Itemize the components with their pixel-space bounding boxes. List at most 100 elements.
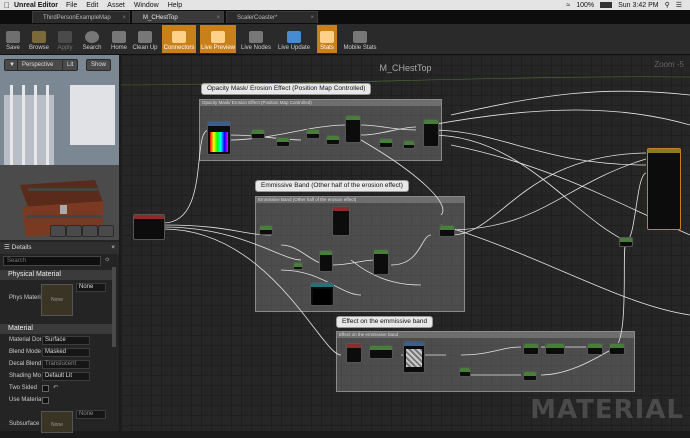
subsurface-dropdown[interactable]: None — [76, 410, 106, 419]
sphere-preview-button[interactable] — [50, 225, 66, 237]
blend-mode-dropdown[interactable]: Masked — [42, 348, 90, 357]
material-domain-dropdown[interactable]: Surface — [42, 336, 90, 345]
browse-label: Browse — [28, 45, 49, 51]
clock[interactable]: Sun 3:42 PM — [618, 2, 658, 9]
math-node[interactable] — [259, 225, 273, 235]
live-nodes-icon — [249, 31, 263, 43]
details-tab[interactable]: ☰ Details × — [0, 242, 119, 254]
battery-icon[interactable] — [600, 2, 613, 8]
close-icon[interactable]: × — [310, 12, 314, 24]
details-scrollbar[interactable] — [112, 267, 116, 347]
left-panel: ▼ Perspective Lit Show ☰ Details × Searc… — [0, 55, 119, 433]
home-button[interactable]: Home — [108, 25, 130, 53]
menu-window[interactable]: Window — [134, 2, 159, 9]
live-nodes-button[interactable]: Live Nodes — [240, 25, 272, 53]
menu-edit[interactable]: Edit — [86, 2, 98, 9]
app-name[interactable]: Unreal Editor — [14, 2, 58, 9]
physical-material-category[interactable]: Physical Material — [0, 270, 115, 280]
details-title: Details — [11, 244, 32, 251]
constant-node[interactable] — [293, 262, 303, 270]
node-header — [327, 136, 339, 140]
save-button[interactable]: Save — [2, 25, 24, 53]
multiply-node[interactable] — [523, 343, 539, 355]
category-label: Material — [8, 325, 33, 332]
phys-material-dropdown[interactable]: None — [76, 283, 106, 292]
show-button[interactable]: Show — [86, 59, 112, 71]
material-category[interactable]: Material — [0, 324, 115, 334]
apply-label: Apply — [57, 45, 73, 51]
close-icon[interactable]: × — [216, 12, 220, 24]
math-node[interactable] — [523, 371, 537, 381]
search-button[interactable]: Search — [80, 25, 104, 53]
wifi-icon[interactable]: ≈ — [566, 2, 570, 9]
texture-sample-node[interactable] — [207, 121, 231, 155]
lit-button[interactable]: Lit — [62, 59, 79, 71]
lerp-node[interactable] — [345, 115, 361, 143]
math-node[interactable] — [276, 137, 290, 147]
lerp-node[interactable] — [373, 249, 389, 275]
clean-up-button[interactable]: Clean Up — [132, 25, 158, 53]
menu-asset[interactable]: Asset — [107, 2, 125, 9]
perspective-button[interactable]: Perspective — [17, 59, 65, 71]
decal-blend-dropdown[interactable]: Translucent — [42, 360, 90, 369]
node-header — [546, 344, 564, 348]
close-icon[interactable]: × — [111, 242, 115, 254]
mesh-preview-button[interactable] — [98, 225, 114, 237]
row-label: Two Sided — [9, 385, 38, 391]
cube-preview-button[interactable] — [66, 225, 82, 237]
search-label: Search — [82, 45, 102, 51]
math-node[interactable] — [251, 129, 265, 139]
live-update-button[interactable]: Live Update — [276, 25, 312, 53]
use-material-checkbox[interactable] — [42, 397, 49, 404]
add-node[interactable] — [587, 343, 603, 355]
texture-sample-node[interactable] — [403, 341, 425, 373]
list-icon[interactable]: ☰ — [676, 1, 682, 9]
constant-node[interactable] — [403, 140, 415, 149]
view-options-icon[interactable]: ☼ — [104, 256, 110, 263]
magnifier-icon — [85, 31, 99, 43]
close-icon[interactable]: × — [122, 12, 126, 24]
math-node[interactable] — [326, 135, 340, 145]
tab-scalercoaster[interactable]: ScalerCoaster* × — [226, 11, 318, 23]
browse-button[interactable]: Browse — [26, 25, 52, 53]
menu-file[interactable]: File — [66, 2, 77, 9]
mac-menubar:  Unreal Editor File Edit Asset Window H… — [0, 0, 690, 10]
two-sided-checkbox[interactable] — [42, 385, 49, 392]
clean-up-icon — [138, 31, 152, 43]
multiply-node[interactable] — [545, 343, 565, 355]
tab-m-chesttop[interactable]: M_CHestTop × — [132, 11, 224, 23]
menu-help[interactable]: Help — [168, 2, 182, 9]
add-node[interactable] — [439, 225, 455, 237]
plane-preview-button[interactable] — [82, 225, 98, 237]
material-graph[interactable]: M_CHestTop Zoom -5 Opacity Mask/ Erosion… — [121, 55, 690, 431]
mobile-stats-button[interactable]: Mobile Stats — [341, 25, 379, 53]
details-search-input[interactable]: Search — [3, 256, 101, 266]
constant-node[interactable] — [459, 367, 471, 377]
panner-node[interactable] — [369, 345, 393, 359]
reset-icon[interactable]: ↶ — [53, 383, 58, 394]
vector-param-node[interactable] — [332, 206, 350, 236]
material-result-node[interactable] — [647, 148, 681, 230]
document-tabs: ThirdPersonExampleMap × M_CHestTop × Scale… — [0, 10, 690, 24]
shading-model-dropdown[interactable]: Default Lit — [42, 372, 90, 381]
texture-black-node[interactable] — [310, 282, 334, 306]
node-header — [440, 226, 454, 230]
tab-third-person-map[interactable]: ThirdPersonExampleMap × — [32, 11, 130, 23]
math-node[interactable] — [379, 138, 393, 148]
connectors-button[interactable]: Connectors — [162, 25, 196, 53]
preview-viewport[interactable]: ▼ Perspective Lit Show — [0, 55, 119, 240]
live-preview-button[interactable]: Live Preview — [200, 25, 236, 53]
param-node[interactable] — [346, 343, 362, 363]
apple-icon[interactable]:  — [0, 1, 14, 10]
add-node[interactable] — [619, 237, 633, 247]
apply-button[interactable]: Apply — [54, 25, 76, 53]
phys-material-thumbnail[interactable]: None — [41, 284, 73, 316]
multiply-node[interactable] — [319, 250, 333, 272]
stats-button[interactable]: Stats — [317, 25, 337, 53]
math-node[interactable] — [306, 129, 320, 139]
add-node[interactable] — [609, 343, 625, 355]
if-node[interactable] — [423, 119, 439, 147]
input-node[interactable] — [133, 214, 165, 240]
search-icon[interactable]: ⚲ — [665, 1, 670, 9]
subsurface-thumbnail[interactable]: None — [41, 411, 73, 433]
